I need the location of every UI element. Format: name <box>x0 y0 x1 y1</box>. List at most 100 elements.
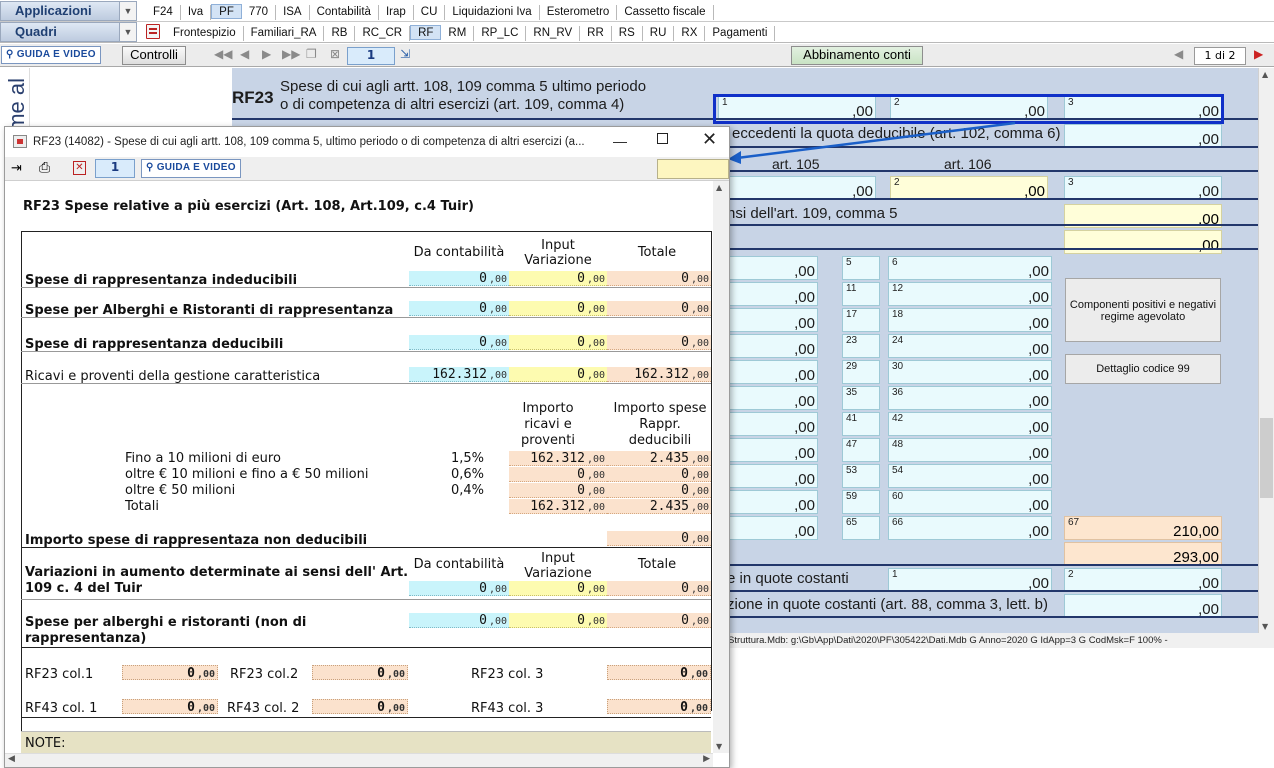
grid-small-field[interactable]: 35 <box>842 386 880 410</box>
row-contab-field[interactable]: 0,00 <box>409 271 509 286</box>
rf-row5-field[interactable]: ,00 <box>1064 230 1222 254</box>
menu-cassetto-fiscale[interactable]: Cassetto fiscale <box>617 5 714 20</box>
grid-right-field[interactable]: 6,00 <box>888 256 1052 280</box>
nondeduc-value[interactable]: 0,00 <box>607 531 711 546</box>
pdf-icon[interactable] <box>146 24 160 39</box>
row-contab-field[interactable]: 0,00 <box>409 301 509 316</box>
row-input-field[interactable]: 0,00 <box>509 335 607 350</box>
rf-quote-col2[interactable]: 2,00 <box>1064 568 1222 592</box>
row-input-field[interactable]: 0,00 <box>509 301 607 316</box>
row-totale-field[interactable]: 0,00 <box>607 301 711 316</box>
next-icon[interactable]: ▶ <box>1254 47 1263 61</box>
rf-quote-col3[interactable]: ,00 <box>1064 594 1222 618</box>
grid-right-field[interactable]: 36,00 <box>888 386 1052 410</box>
chevron-down-icon[interactable]: ▼ <box>119 1 137 21</box>
applicazioni-combo[interactable]: Applicazioni ▼ <box>0 1 137 21</box>
var-contab[interactable]: 0,00 <box>409 581 509 596</box>
chevron-down-icon[interactable]: ▼ <box>119 22 137 42</box>
grid-left-field[interactable]: ,00 <box>722 282 818 306</box>
dialog-page-input[interactable]: 1 <box>95 159 135 178</box>
page-number-input[interactable]: 1 <box>347 47 395 65</box>
grid-small-field[interactable]: 23 <box>842 334 880 358</box>
menu-iva[interactable]: Iva <box>181 5 212 20</box>
row-contab-field[interactable]: 162.312,00 <box>409 367 509 382</box>
rf23-col2-value[interactable]: 0,00 <box>312 665 408 681</box>
quadro-rn-rv[interactable]: RN_RV <box>526 26 581 41</box>
print-icon[interactable]: ⎙ <box>39 160 50 176</box>
scaglione-importo[interactable]: 0,00 <box>509 483 607 498</box>
menu-770[interactable]: 770 <box>242 5 277 20</box>
dialog-vscroll[interactable]: ▲ ▼ <box>713 181 729 753</box>
grid-right-field[interactable]: 42,00 <box>888 412 1052 436</box>
quadro-rx[interactable]: RX <box>674 26 706 41</box>
copy-icon[interactable]: ❐ <box>306 47 317 61</box>
menu-liquidazioni-iva[interactable]: Liquidazioni Iva <box>445 5 540 20</box>
rf-293-field[interactable]: 293,00 <box>1064 542 1222 566</box>
scaglione-spese[interactable]: 0,00 <box>607 467 711 482</box>
row-input-field[interactable]: 0,00 <box>509 271 607 286</box>
grid-right-field[interactable]: 30,00 <box>888 360 1052 384</box>
alb-contab[interactable]: 0,00 <box>409 613 509 628</box>
abbinamento-conti-button[interactable]: Abbinamento conti <box>791 46 923 65</box>
grid-left-field[interactable]: ,00 <box>722 490 818 514</box>
grid-left-field[interactable]: ,00 <box>722 308 818 332</box>
grid-right-field[interactable]: 18,00 <box>888 308 1052 332</box>
menu-irap[interactable]: Irap <box>379 5 414 20</box>
grid-small-field[interactable]: 17 <box>842 308 880 332</box>
var-input[interactable]: 0,00 <box>509 581 607 596</box>
quadro-ru[interactable]: RU <box>643 26 675 41</box>
grid-small-field[interactable]: 65 <box>842 516 880 540</box>
prev-page-icon[interactable]: ◀ <box>240 47 249 61</box>
grid-small-field[interactable]: 41 <box>842 412 880 436</box>
target-field[interactable] <box>657 159 729 179</box>
rf43-col1-value[interactable]: 0,00 <box>122 699 218 715</box>
componenti-button[interactable]: Componenti positivi e negativi regime ag… <box>1065 278 1221 342</box>
export-icon[interactable]: ⇲ <box>400 47 410 61</box>
delete-icon[interactable]: ✕ <box>73 161 86 175</box>
controlli-button[interactable]: Controlli <box>122 46 186 65</box>
quadro-rf[interactable]: RF <box>410 25 442 40</box>
quadro-familiari-ra[interactable]: Familiari_RA <box>244 26 325 41</box>
grid-right-field[interactable]: 54,00 <box>888 464 1052 488</box>
menu-cu[interactable]: CU <box>414 5 446 20</box>
rf-row2-field[interactable]: ,00 <box>1064 124 1222 148</box>
rf-row3-col3-field[interactable]: 3,00 <box>1064 176 1222 200</box>
grid-small-field[interactable]: 53 <box>842 464 880 488</box>
exit-icon[interactable]: ⇥ <box>11 161 22 176</box>
dialog-guida-button[interactable]: ⚲ GUIDA E VIDEO <box>141 159 241 178</box>
grid-left-field[interactable]: ,00 <box>722 438 818 462</box>
quadro-frontespizio[interactable]: Frontespizio <box>166 26 244 41</box>
grid-small-field[interactable]: 29 <box>842 360 880 384</box>
quadro-rp-lc[interactable]: RP_LC <box>474 26 527 41</box>
grid-left-field[interactable]: ,00 <box>722 256 818 280</box>
row-contab-field[interactable]: 0,00 <box>409 335 509 350</box>
grid-left-field[interactable]: ,00 <box>722 412 818 436</box>
scaglione-spese[interactable]: 2.435,00 <box>607 451 711 466</box>
grid-small-field[interactable]: 11 <box>842 282 880 306</box>
grid-right-field[interactable]: 48,00 <box>888 438 1052 462</box>
quadri-combo[interactable]: Quadri ▼ <box>0 22 137 42</box>
rf43-col3-value[interactable]: 0,00 <box>607 699 711 715</box>
row-input-field[interactable]: 0,00 <box>509 367 607 382</box>
grid-left-field[interactable]: ,00 <box>722 360 818 384</box>
grid-right-field[interactable]: 24,00 <box>888 334 1052 358</box>
row-totale-field[interactable]: 0,00 <box>607 271 711 286</box>
scaglione-spese[interactable]: 0,00 <box>607 483 711 498</box>
row-totale-field[interactable]: 0,00 <box>607 335 711 350</box>
grid-left-field[interactable]: ,00 <box>722 386 818 410</box>
var-totale[interactable]: 0,00 <box>607 581 711 596</box>
menu-esterometro[interactable]: Esterometro <box>540 5 618 20</box>
art106-col2-field[interactable]: 2,00 <box>890 176 1048 200</box>
delete-page-icon[interactable]: ⊠ <box>330 47 340 61</box>
quadro-rb[interactable]: RB <box>324 26 356 41</box>
last-page-icon[interactable]: ▶▶ <box>282 47 300 61</box>
quadro-rc-cr[interactable]: RC_CR <box>355 26 411 41</box>
grid-small-field[interactable]: 5 <box>842 256 880 280</box>
rf-67-field[interactable]: 67 210,00 <box>1064 516 1222 540</box>
vertical-scrollbar[interactable]: ▲ ▼ <box>1258 68 1274 633</box>
close-icon[interactable]: ✕ <box>702 129 717 150</box>
quadro-pagamenti[interactable]: Pagamenti <box>705 26 776 41</box>
scaglione-importo[interactable]: 162.312,00 <box>509 451 607 466</box>
rf23-col3-value[interactable]: 0,00 <box>607 665 711 681</box>
grid-left-field[interactable]: ,00 <box>722 464 818 488</box>
